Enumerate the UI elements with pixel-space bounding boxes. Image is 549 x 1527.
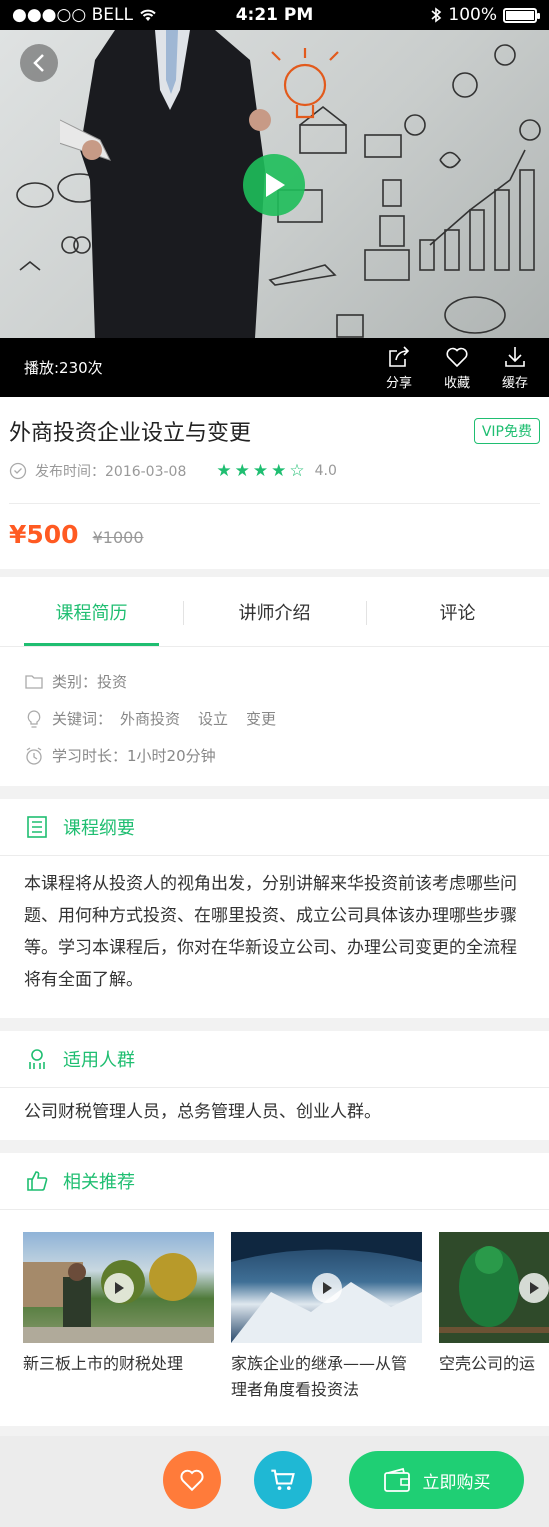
play-button[interactable] <box>311 1272 342 1303</box>
recommend-item[interactable]: 新三板上市的财税处理 <box>23 1232 214 1426</box>
status-left: ●●●○○ BELL <box>12 5 157 25</box>
download-button[interactable]: 缓存 <box>495 345 535 391</box>
heart-icon <box>180 1469 204 1492</box>
thumbs-up-icon <box>27 1171 48 1191</box>
wallet-icon <box>383 1467 410 1492</box>
outline-body: 本课程将从投资人的视角出发，分别讲解来华投资前该考虑哪些问题、用何种方式投资、在… <box>24 874 517 990</box>
category-text: 类别：投资 <box>52 673 128 691</box>
audience-title: 适用人群 <box>63 1050 135 1071</box>
outline-section: 课程纲要 本课程将从投资人的视角出发，分别讲解来华投资前该考虑哪些问题、用何种方… <box>0 799 549 1018</box>
favorite-label: 收藏 <box>443 375 470 391</box>
star-empty-icon: ☆ <box>289 461 305 481</box>
rating-value: 4.0 <box>314 463 337 479</box>
wifi-icon <box>140 9 156 21</box>
cart-icon <box>271 1469 295 1491</box>
recommend-thumbnail <box>23 1232 214 1343</box>
chevron-left-icon <box>33 54 44 72</box>
heart-icon <box>446 347 468 367</box>
share-label: 分享 <box>385 375 412 391</box>
download-label: 缓存 <box>501 375 528 391</box>
tab-instructor[interactable]: 讲师介绍 <box>183 577 366 646</box>
battery-icon <box>503 7 540 23</box>
keyword: 设立 <box>198 710 229 728</box>
tab-course-intro[interactable]: 课程简历 <box>0 577 183 646</box>
keyword: 外商投资 <box>120 710 181 728</box>
current-price: ¥500 <box>9 520 79 549</box>
star-filled-icon: ★ <box>252 461 269 481</box>
recommend-title: 相关推荐 <box>63 1172 135 1193</box>
tab-comments[interactable]: 评论 <box>366 577 549 646</box>
play-icon <box>530 1281 539 1294</box>
battery-fill <box>506 10 534 20</box>
status-bar: ●●●○○ BELL 4:21 PM 100% <box>0 0 549 30</box>
list-icon <box>27 816 47 838</box>
people-icon <box>29 1049 45 1069</box>
timer-icon <box>26 746 42 765</box>
recommend-list: 新三板上市的财税处理 家族企业的继承——从管理者角度看投资法 空壳公司的运 <box>0 1210 549 1426</box>
publish-date: 发布时间：2016-03-08 <box>35 464 187 480</box>
share-button[interactable]: 分享 <box>379 345 419 391</box>
course-details: 类别：投资 关键词： 外商投资 设立 变更 学习时长：1小时20分钟 <box>0 647 549 786</box>
video-toolbar: 播放:230次 分享 收藏 缓存 <box>0 338 549 397</box>
meta-row: 发布时间：2016-03-08 ★ ★ ★ ★ ☆ 4.0 <box>9 459 540 483</box>
carrier-label: ●●●○○ BELL <box>12 5 133 25</box>
battery-percent: 100% <box>448 5 497 25</box>
video-actions: 分享 收藏 缓存 <box>379 345 535 391</box>
status-right: 100% <box>430 5 540 25</box>
course-info: 外商投资企业设立与变更 VIP免费 发布时间：2016-03-08 ★ ★ ★ ★ ☆ … <box>0 397 549 569</box>
download-icon <box>505 346 525 367</box>
favorite-button[interactable]: 收藏 <box>437 345 477 391</box>
recommend-item-title: 新三板上市的财税处理 <box>23 1354 184 1373</box>
price-row: ¥500 ¥1000 <box>9 504 540 569</box>
recommend-item-title: 家族企业的继承——从管理者角度看投资法 <box>231 1354 408 1399</box>
play-button[interactable] <box>519 1272 549 1303</box>
course-tabs: 课程简历 讲师介绍 评论 <box>0 577 549 647</box>
outline-title: 课程纲要 <box>63 818 135 839</box>
recommend-header: 相关推荐 <box>0 1153 549 1210</box>
buy-now-button[interactable]: 立即购买 <box>349 1451 524 1509</box>
keywords-row: 关键词： 外商投资 设立 变更 <box>24 700 549 737</box>
duration-row: 学习时长：1小时20分钟 <box>24 737 549 774</box>
star-filled-icon: ★ <box>234 461 250 481</box>
bluetooth-icon <box>431 7 442 23</box>
keywords-label: 关键词： <box>52 710 113 728</box>
folder-icon <box>25 674 43 689</box>
favorite-circle-button[interactable] <box>163 1451 221 1509</box>
back-button[interactable] <box>20 44 58 82</box>
rating-stars: ★ ★ ★ ★ ☆ <box>216 461 304 481</box>
keyword: 变更 <box>246 710 277 728</box>
cart-button[interactable] <box>254 1451 312 1509</box>
category-row: 类别：投资 <box>24 663 549 700</box>
recommend-item[interactable]: 空壳公司的运 <box>439 1232 549 1426</box>
audience-section: 适用人群 公司财税管理人员，总务管理人员、创业人群。 <box>0 1031 549 1140</box>
share-icon <box>389 345 410 367</box>
course-title: 外商投资企业设立与变更 <box>9 421 252 446</box>
bottom-bar: 立即购买 <box>0 1436 549 1527</box>
play-icon <box>322 1281 332 1294</box>
clock-icon <box>9 462 27 480</box>
star-filled-icon: ★ <box>271 461 287 481</box>
lightbulb-icon <box>27 709 41 728</box>
duration-text: 学习时长：1小时20分钟 <box>52 747 216 765</box>
outline-header: 课程纲要 <box>0 799 549 856</box>
recommend-section: 相关推荐 新三板上市的财税处理 家族企业的继承——从管理者角度看投资法 空壳公司… <box>0 1153 549 1426</box>
recommend-thumbnail <box>231 1232 422 1343</box>
play-button[interactable] <box>103 1272 134 1303</box>
play-icon <box>266 173 285 197</box>
star-filled-icon: ★ <box>216 461 232 481</box>
original-price: ¥1000 <box>92 528 144 547</box>
vip-badge: VIP免费 <box>473 418 540 444</box>
recommend-item[interactable]: 家族企业的继承——从管理者角度看投资法 <box>231 1232 422 1426</box>
recommend-item-title: 空壳公司的运 <box>439 1354 536 1373</box>
buy-now-label: 立即购买 <box>422 1472 491 1493</box>
play-button[interactable] <box>243 154 305 216</box>
video-player[interactable] <box>0 30 549 338</box>
audience-header: 适用人群 <box>0 1031 549 1088</box>
play-icon <box>114 1281 124 1294</box>
recommend-thumbnail <box>439 1232 549 1343</box>
audience-body: 公司财税管理人员，总务管理人员、创业人群。 <box>24 1102 381 1122</box>
play-count: 播放:230次 <box>24 359 103 377</box>
title-row: 外商投资企业设立与变更 VIP免费 <box>9 415 540 447</box>
